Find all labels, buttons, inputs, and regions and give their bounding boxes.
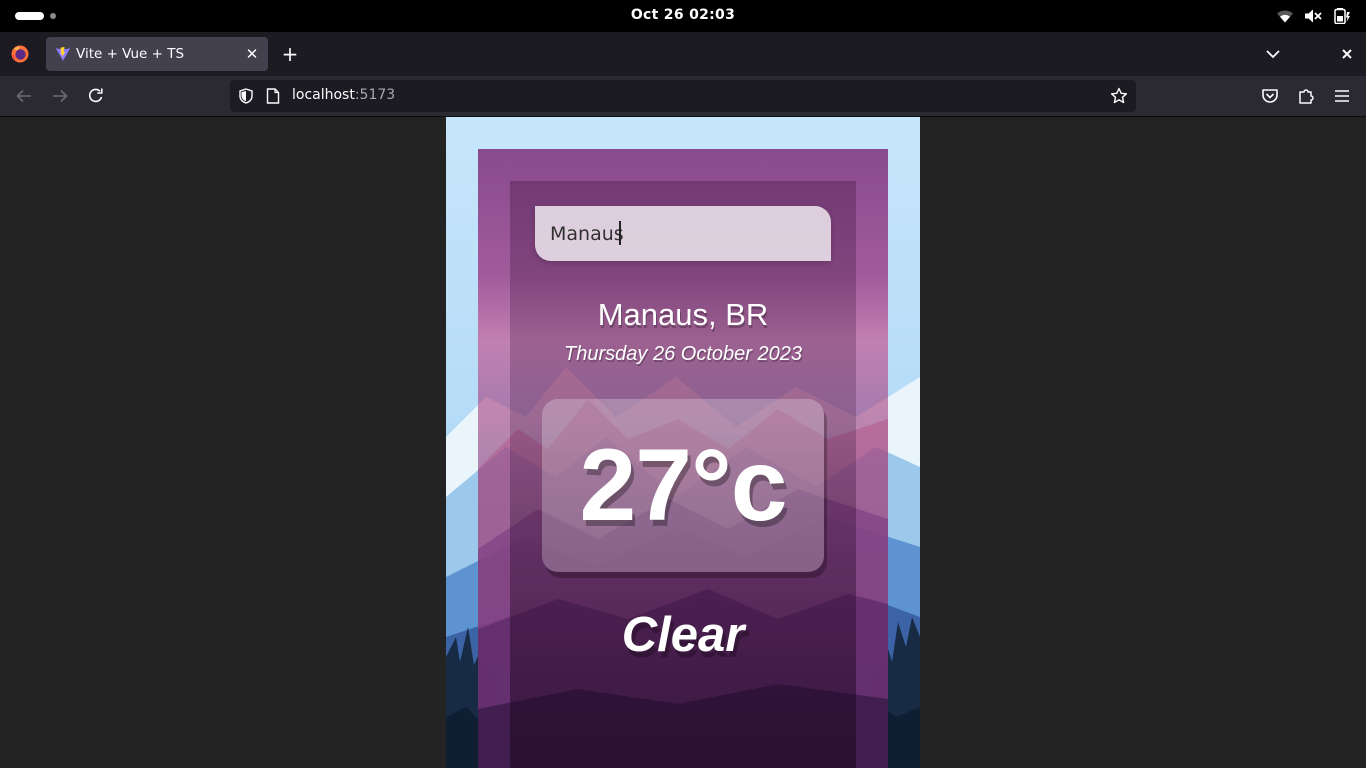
window-close-icon[interactable] bbox=[1337, 44, 1357, 64]
volume-muted-icon[interactable] bbox=[1304, 8, 1322, 24]
temperature-value: 27°c bbox=[579, 428, 788, 542]
tab-active[interactable]: Vite + Vue + TS ✕ bbox=[46, 37, 268, 71]
new-tab-button[interactable]: + bbox=[280, 44, 300, 65]
weather-condition: Clear bbox=[621, 608, 745, 662]
location-name: Manaus, BR bbox=[597, 297, 769, 332]
forward-arrow-icon[interactable] bbox=[50, 86, 70, 106]
wifi-icon[interactable] bbox=[1276, 8, 1294, 24]
temperature-box: 27°c bbox=[542, 399, 824, 572]
url-host: localhost bbox=[292, 87, 355, 103]
back-arrow-icon[interactable] bbox=[14, 86, 34, 106]
chevron-down-icon[interactable] bbox=[1263, 44, 1283, 64]
page-viewport: Manaus, BR Thursday 26 October 2023 27°c… bbox=[0, 117, 1366, 768]
navigation-toolbar: localhost:5173 bbox=[0, 76, 1366, 117]
page-icon[interactable] bbox=[266, 88, 280, 104]
reload-icon[interactable] bbox=[86, 86, 106, 106]
url-bar[interactable]: localhost:5173 bbox=[230, 80, 1136, 112]
current-date: Thursday 26 October 2023 bbox=[564, 343, 802, 365]
system-clock[interactable]: Oct 26 02:03 bbox=[0, 7, 1366, 23]
tab-close-icon[interactable]: ✕ bbox=[242, 44, 262, 64]
battery-icon[interactable] bbox=[1333, 8, 1351, 24]
url-text[interactable]: localhost:5173 bbox=[292, 87, 395, 103]
text-caret bbox=[619, 221, 621, 245]
shield-icon[interactable] bbox=[238, 88, 254, 104]
tab-title: Vite + Vue + TS bbox=[76, 46, 185, 62]
extensions-icon[interactable] bbox=[1296, 86, 1316, 106]
firefox-icon[interactable] bbox=[11, 45, 29, 63]
vite-icon bbox=[55, 47, 71, 61]
search-input[interactable] bbox=[535, 206, 831, 261]
bookmark-star-icon[interactable] bbox=[1110, 87, 1128, 105]
tab-strip: Vite + Vue + TS ✕ + bbox=[0, 32, 1366, 76]
pocket-icon[interactable] bbox=[1260, 86, 1280, 106]
url-port: :5173 bbox=[354, 87, 396, 103]
system-top-bar: Oct 26 02:03 bbox=[0, 0, 1366, 32]
menu-icon[interactable] bbox=[1332, 86, 1352, 106]
